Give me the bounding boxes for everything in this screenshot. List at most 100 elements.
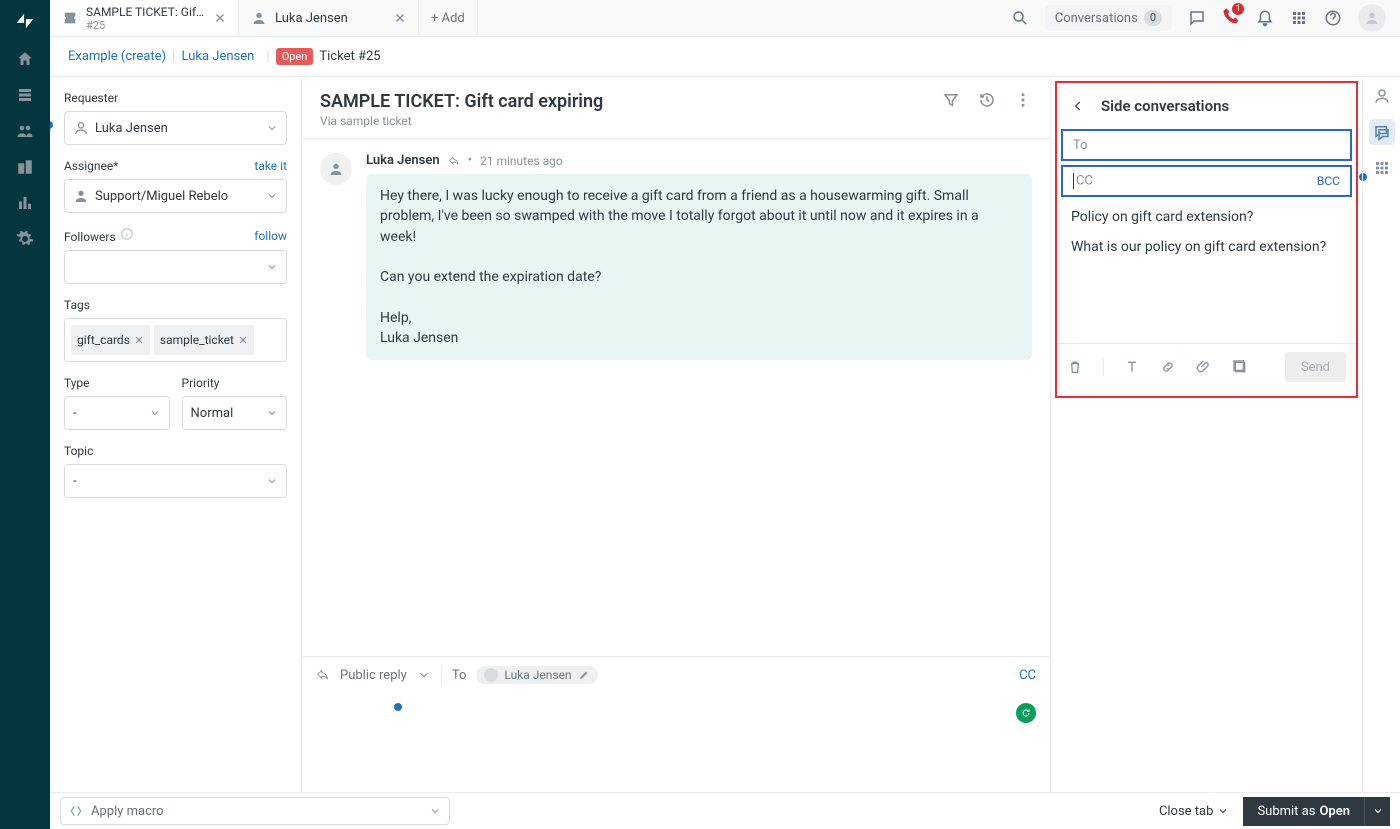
macro-placeholder: Apply macro: [91, 804, 164, 819]
admin-icon[interactable]: [16, 230, 34, 248]
tags-label: Tags: [64, 298, 287, 312]
history-icon[interactable]: [978, 91, 996, 109]
chevron-down-icon: [266, 475, 278, 487]
msg-body: Hey there, I was lucky enough to receive…: [366, 174, 1032, 360]
chat-icon[interactable]: [1188, 9, 1206, 27]
tab-add[interactable]: + Add: [419, 0, 478, 36]
side-subject[interactable]: Policy on gift card extension?: [1057, 201, 1356, 233]
link-icon[interactable]: [1160, 359, 1176, 375]
bcc-link[interactable]: BCC: [1317, 174, 1340, 188]
remove-tag-icon[interactable]: [134, 335, 144, 345]
home-icon[interactable]: [16, 50, 34, 68]
followers-label: Followers: [64, 230, 116, 244]
close-icon[interactable]: [394, 12, 406, 24]
help-icon[interactable]: [1324, 9, 1342, 27]
grammarly-icon[interactable]: [1016, 703, 1036, 723]
chevron-down-icon: [266, 122, 278, 134]
top-tabs: SAMPLE TICKET: Gift car… #25 Luka Jensen…: [50, 0, 1400, 37]
side-conversations-icon[interactable]: [1369, 119, 1395, 145]
back-icon[interactable]: [1071, 99, 1085, 113]
user-context-icon[interactable]: [1373, 87, 1391, 105]
conversations-button[interactable]: Conversations 0: [1045, 5, 1172, 31]
tags-input[interactable]: gift_cards sample_ticket: [64, 318, 287, 362]
priority-select[interactable]: Normal: [182, 396, 288, 430]
reply-mode[interactable]: Public reply: [340, 668, 407, 683]
tab-ticket-sub: #25: [86, 19, 206, 32]
customers-icon[interactable]: [16, 122, 34, 140]
type-select[interactable]: -: [64, 396, 170, 430]
info-icon: [120, 227, 134, 241]
org-icon[interactable]: [16, 158, 34, 176]
search-icon[interactable]: [1011, 9, 1029, 27]
chevron-down-icon: [1217, 805, 1229, 817]
macro-select[interactable]: Apply macro: [60, 797, 450, 825]
side-body[interactable]: What is our policy on gift card extensio…: [1057, 233, 1356, 343]
side-conversations-panel: Side conversations To CC BCC Policy on g…: [1050, 77, 1362, 792]
requester-label: Requester: [64, 91, 287, 105]
apps-grid-icon[interactable]: [1373, 159, 1391, 177]
reply-icon: [448, 155, 460, 167]
chevron-down-icon: [266, 261, 278, 273]
recipient-pill[interactable]: Luka Jensen: [476, 666, 597, 684]
tag-item: sample_ticket: [154, 325, 254, 355]
priority-value: Normal: [191, 406, 234, 421]
profile-avatar[interactable]: [1358, 4, 1386, 32]
take-it-link[interactable]: take it: [254, 159, 287, 173]
breadcrumb-user[interactable]: Luka Jensen: [176, 49, 261, 64]
phone-wrap[interactable]: 1: [1222, 7, 1240, 29]
trash-icon[interactable]: [1067, 359, 1083, 375]
cc-link[interactable]: CC: [1019, 668, 1036, 683]
views-icon[interactable]: [16, 86, 34, 104]
text-format-icon[interactable]: [1124, 359, 1140, 375]
bottom-bar: Apply macro Close tab Submit asOpen: [50, 792, 1400, 829]
chevron-down-icon[interactable]: [417, 668, 431, 682]
ticket-header: SAMPLE TICKET: Gift card expiring Via sa…: [302, 77, 1050, 139]
msg-time: 21 minutes ago: [480, 154, 563, 168]
submit-dropdown[interactable]: [1364, 797, 1390, 826]
tab-ticket[interactable]: SAMPLE TICKET: Gift car… #25: [50, 0, 239, 36]
close-tab-button[interactable]: Close tab: [1159, 804, 1230, 819]
topic-label: Topic: [64, 444, 287, 458]
conversations-label: Conversations: [1055, 11, 1138, 26]
apps-icon[interactable]: [1290, 9, 1308, 27]
send-button[interactable]: Send: [1285, 352, 1346, 382]
follow-link[interactable]: follow: [254, 229, 287, 243]
filter-icon[interactable]: [942, 91, 960, 109]
side-to-input[interactable]: To: [1061, 129, 1352, 161]
zendesk-logo: [14, 10, 36, 32]
edit-icon[interactable]: [578, 669, 590, 681]
ticket-title: SAMPLE TICKET: Gift card expiring: [320, 91, 924, 112]
bell-icon[interactable]: [1256, 9, 1274, 27]
priority-label: Priority: [182, 376, 288, 390]
more-icon[interactable]: [1014, 91, 1032, 109]
side-panel-title: Side conversations: [1101, 97, 1229, 115]
tab-user[interactable]: Luka Jensen: [239, 0, 419, 36]
reporting-icon[interactable]: [16, 194, 34, 212]
requester-value: Luka Jensen: [95, 121, 168, 136]
messages: Luka Jensen • 21 minutes ago Hey there, …: [302, 139, 1050, 656]
assignee-select[interactable]: Support/Miguel Rebelo: [64, 179, 287, 213]
chevron-down-icon: [1372, 805, 1384, 817]
editor-indicator: [394, 703, 402, 711]
breadcrumb-ticket: Ticket #25: [319, 49, 380, 64]
attachment-icon[interactable]: [1196, 359, 1212, 375]
macro-icon: [69, 804, 83, 818]
reply-input[interactable]: [302, 693, 1050, 793]
close-icon[interactable]: [214, 12, 226, 24]
msg-author: Luka Jensen: [366, 153, 440, 168]
top-right: Conversations 0 1: [997, 0, 1400, 36]
properties-panel: Requester Luka Jensen Assignee*take it S…: [50, 77, 302, 792]
chevron-down-icon: [266, 190, 278, 202]
submit-button[interactable]: Submit asOpen: [1243, 797, 1364, 826]
chevron-down-icon: [429, 805, 441, 817]
side-cc-input[interactable]: CC BCC: [1061, 165, 1352, 197]
chevron-down-icon: [266, 407, 278, 419]
user-icon: [73, 188, 89, 204]
ticket-icon: [62, 10, 78, 26]
followers-select[interactable]: [64, 250, 287, 284]
remove-tag-icon[interactable]: [238, 335, 248, 345]
insert-icon[interactable]: [1232, 359, 1248, 375]
requester-select[interactable]: Luka Jensen: [64, 111, 287, 145]
breadcrumb-project[interactable]: Example (create): [62, 49, 172, 64]
topic-select[interactable]: -: [64, 464, 287, 498]
